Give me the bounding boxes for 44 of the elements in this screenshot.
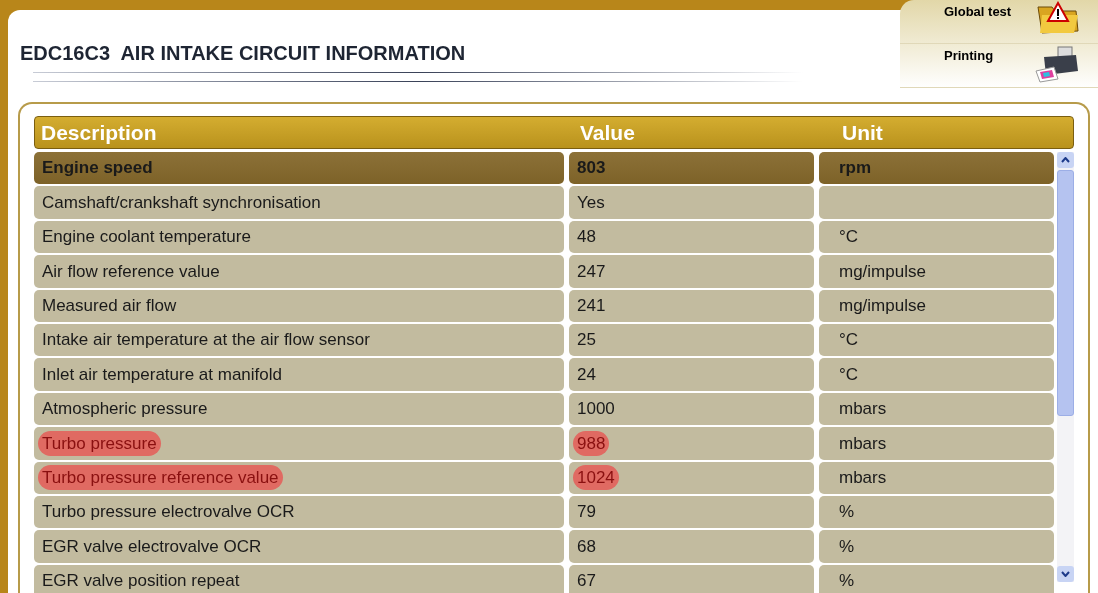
- table-cell: Measured air flow: [34, 289, 564, 322]
- table-cell: %: [819, 495, 1054, 529]
- toolbar-button[interactable]: Global test: [900, 0, 1098, 44]
- table-cell: 67: [569, 564, 814, 593]
- table-cell: 1000: [569, 392, 814, 426]
- table-cell: EGR valve electrovalve OCR: [34, 530, 564, 563]
- table-cell: °C: [819, 358, 1054, 391]
- table-cell: 24: [569, 358, 814, 391]
- column-header: Description: [40, 119, 158, 146]
- table-cell: °C: [819, 323, 1054, 357]
- table-cell: mg/impulse: [819, 255, 1054, 288]
- table-cell: 25: [569, 323, 814, 357]
- table-cell: mg/impulse: [819, 289, 1054, 322]
- table-cell: Atmospheric pressure: [34, 392, 564, 426]
- column-header: Value: [579, 119, 636, 146]
- table-cell: Turbo pressure electrovalve OCR: [34, 495, 564, 529]
- table-cell: Turbo pressure reference value: [34, 461, 564, 494]
- table-cell: 241: [569, 289, 814, 322]
- table-cell: Inlet air temperature at manifold: [34, 358, 564, 391]
- table-cell: Yes: [569, 186, 814, 219]
- table-cell: EGR valve position repeat: [34, 564, 564, 593]
- table-cell: Engine coolant temperature: [34, 220, 564, 254]
- table-cell: %: [819, 564, 1054, 593]
- table-cell: mbars: [819, 427, 1054, 460]
- column-header: Unit: [841, 119, 883, 146]
- table-cell: rpm: [819, 152, 1054, 185]
- table-cell: mbars: [819, 392, 1054, 426]
- table-cell: Turbo pressure: [34, 427, 564, 460]
- table-cell: 247: [569, 255, 814, 288]
- table-cell: °C: [819, 220, 1054, 254]
- table-cell: Intake air temperature at the air flow sensor: [34, 323, 564, 357]
- table-cell: Engine speed: [34, 152, 564, 185]
- table-cell: 988: [569, 427, 814, 460]
- table-cell: Air flow reference value: [34, 255, 564, 288]
- table-cell: 68: [569, 530, 814, 563]
- table-cell: %: [819, 530, 1054, 563]
- table-cell: 79: [569, 495, 814, 529]
- page-title: EDC16C3 AIR INTAKE CIRCUIT INFORMATION: [20, 41, 466, 66]
- table-cell: 803: [569, 152, 814, 185]
- table-cell: Camshaft/crankshaft synchronisation: [34, 186, 564, 219]
- toolbar-button[interactable]: Printing: [900, 44, 1098, 88]
- table-cell: 1024: [569, 461, 814, 494]
- table-cell: 48: [569, 220, 814, 254]
- table-cell: mbars: [819, 461, 1054, 494]
